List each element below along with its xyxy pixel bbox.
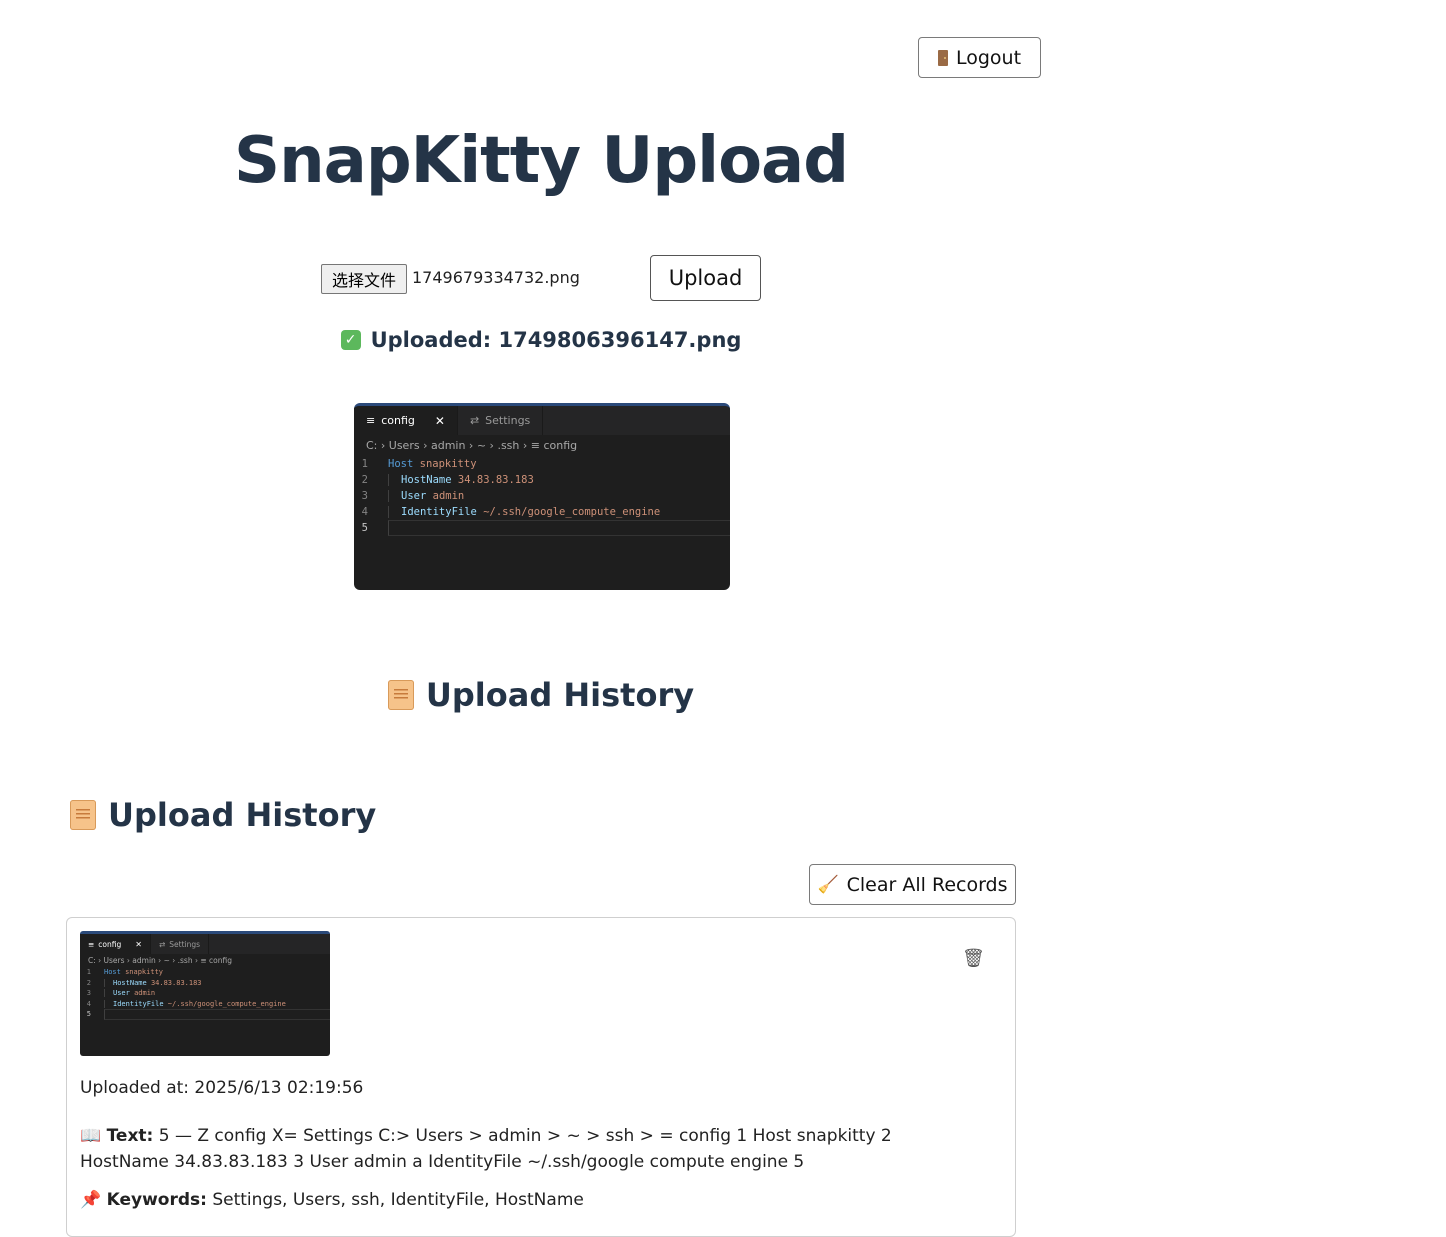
code-keyword: Host xyxy=(388,458,414,470)
line-number: 2 xyxy=(361,474,368,486)
file-lines-icon: ≡ xyxy=(366,414,376,427)
code-keyword: Host xyxy=(104,968,121,977)
upload-history-heading: Upload History xyxy=(70,796,376,834)
thumb-code: 1 Host snapkitty 2 HostName 34.83.83.183 3… xyxy=(80,967,330,1020)
preview-tab-config: ≡ config ✕ xyxy=(354,406,458,435)
door-icon xyxy=(937,49,948,66)
record-keywords: 📌 Keywords: Settings, Users, ssh, Identi… xyxy=(80,1190,970,1210)
preview-breadcrumb: C: › Users › admin › ~ › .ssh › ≡ config xyxy=(366,439,578,452)
thumb-breadcrumb: C: › Users › admin › ~ › .ssh › ≡ config xyxy=(88,956,232,965)
keywords-value: Settings, Users, ssh, IdentityFile, Host… xyxy=(212,1190,584,1210)
thumb-tab-label: Settings xyxy=(169,939,201,949)
code-value: 34.83.83.183 xyxy=(150,978,202,987)
uploaded-at: Uploaded at: 2025/6/13 02:19:56 xyxy=(80,1078,364,1098)
broom-icon: 🧹 xyxy=(817,874,839,895)
settings-icon: ⇄ xyxy=(469,414,480,427)
trash-icon[interactable]: 🗑 xyxy=(962,948,985,969)
thumb-tab-settings: ⇄ Settings xyxy=(151,934,210,954)
code-keyword: User xyxy=(401,490,427,502)
record-text: 📖 Text: 5 — Z config X= Settings C:> Use… xyxy=(80,1123,970,1175)
keywords-label: Keywords: xyxy=(106,1190,207,1210)
thumb-tab-config: ≡ config ✕ xyxy=(80,934,151,954)
clear-label: Clear All Records xyxy=(846,873,1008,896)
line-number: 1 xyxy=(361,458,368,470)
selected-file-name: 1749679334732.png xyxy=(412,268,580,287)
code-value: 34.83.83.183 xyxy=(457,474,534,486)
settings-icon: ⇄ xyxy=(158,939,166,949)
text-value: 5 — Z config X= Settings C:> Users > adm… xyxy=(80,1126,892,1172)
code-keyword: IdentityFile xyxy=(401,506,477,518)
line-number: 5 xyxy=(86,1010,91,1019)
code-keyword: User xyxy=(113,989,130,998)
logout-button[interactable]: Logout xyxy=(918,37,1041,78)
close-icon: ✕ xyxy=(434,413,445,428)
code-value: snapkitty xyxy=(125,968,164,977)
heading-text: Upload History xyxy=(425,676,695,714)
code-value: snapkitty xyxy=(419,458,477,470)
page-title: SnapKitty Upload xyxy=(233,124,849,198)
close-icon: ✕ xyxy=(135,939,142,949)
text-label: Text: xyxy=(106,1126,154,1146)
check-icon: ✓ xyxy=(340,330,361,350)
code-keyword: HostName xyxy=(401,474,452,486)
scroll-icon xyxy=(70,800,96,830)
line-number: 2 xyxy=(86,978,91,987)
upload-status-text: Uploaded: 1749806396147.png xyxy=(370,328,742,352)
clear-all-records-button[interactable]: 🧹 Clear All Records xyxy=(809,864,1016,905)
code-value: admin xyxy=(432,490,465,502)
code-keyword: HostName xyxy=(113,978,147,987)
code-value: ~/.ssh/google_compute_engine xyxy=(483,506,661,518)
record-thumbnail[interactable]: ≡ config ✕ ⇄ Settings C: › Users › admin… xyxy=(80,931,330,1056)
upload-history-heading-center: Upload History xyxy=(0,676,1082,714)
code-keyword: IdentityFile xyxy=(113,999,164,1008)
file-lines-icon: ≡ xyxy=(88,939,95,949)
line-number: 3 xyxy=(361,490,368,502)
preview-tab-settings: ⇄ Settings xyxy=(458,406,544,435)
book-icon: 📖 xyxy=(80,1126,102,1146)
code-value: admin xyxy=(134,989,156,998)
preview-tab-label: config xyxy=(381,414,415,427)
thumb-tab-label: config xyxy=(98,939,122,949)
logout-label: Logout xyxy=(955,46,1022,69)
code-value: ~/.ssh/google_compute_engine xyxy=(167,999,286,1008)
pin-icon: 📌 xyxy=(80,1190,102,1210)
line-number: 4 xyxy=(361,506,368,518)
preview-code: 1 Host snapkitty 2 HostName 34.83.83.183 3… xyxy=(354,456,730,536)
choose-file-button[interactable]: 选择文件 xyxy=(321,264,407,294)
line-number: 5 xyxy=(361,522,368,534)
line-number: 3 xyxy=(86,989,91,998)
heading-text: Upload History xyxy=(108,796,377,834)
preview-tab-label: Settings xyxy=(485,414,531,427)
uploaded-image-preview: ≡ config ✕ ⇄ Settings C: › Users › admin… xyxy=(354,403,730,590)
line-number: 4 xyxy=(86,999,91,1008)
scroll-icon xyxy=(387,680,414,710)
line-number: 1 xyxy=(86,968,91,977)
upload-button[interactable]: Upload xyxy=(650,255,761,301)
upload-status: ✓ Uploaded: 1749806396147.png xyxy=(0,328,1082,352)
